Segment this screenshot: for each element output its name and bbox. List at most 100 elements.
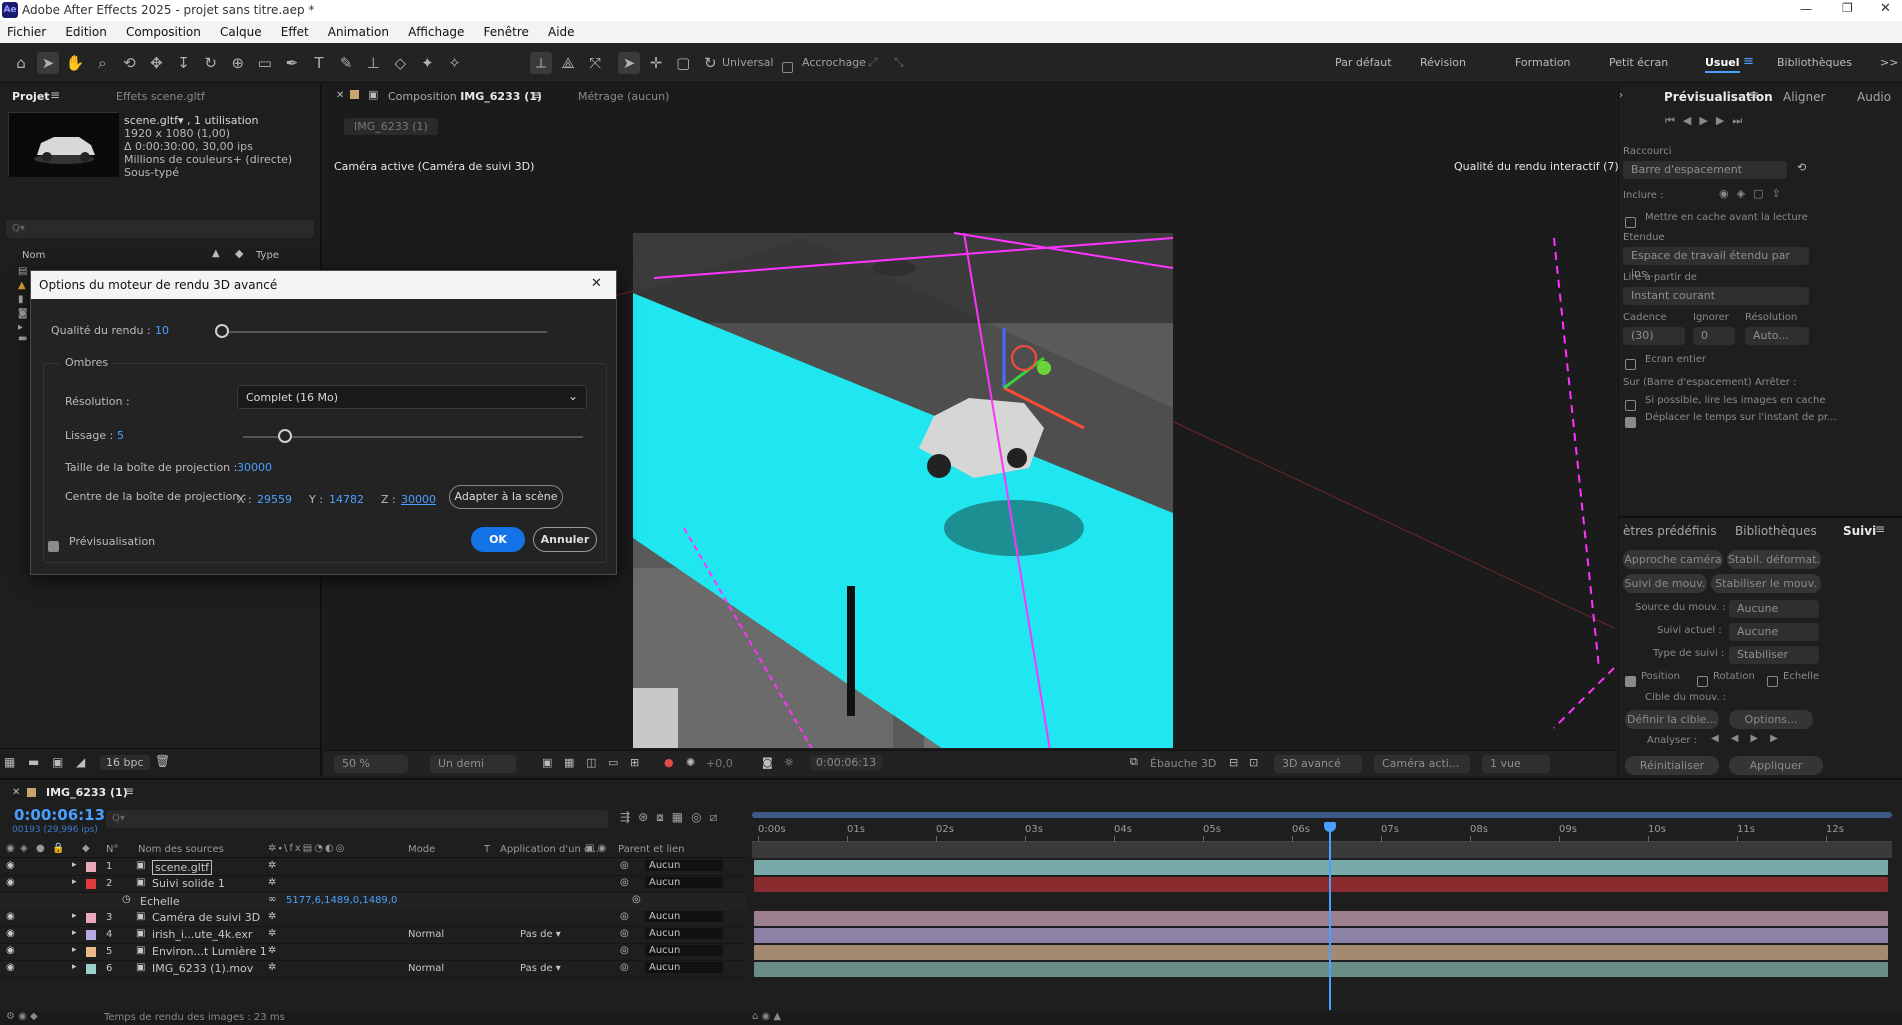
roto-tool-icon[interactable]: ✦ <box>416 52 438 74</box>
tracker-options-button[interactable]: Options... <box>1729 710 1813 729</box>
parent-dropdown[interactable]: Aucun <box>645 877 723 888</box>
tab-effects[interactable]: Effets scene.gltf <box>116 90 205 103</box>
comp-close-icon[interactable]: ✕ <box>336 90 344 101</box>
home-icon[interactable]: ⌂ <box>10 52 32 74</box>
layer-name[interactable]: Suivi solide 1 <box>152 877 225 890</box>
scale-gizmo-icon[interactable]: ▢ <box>672 52 694 74</box>
stabilize-motion-button[interactable]: Stabiliser le mouv. <box>1711 574 1821 593</box>
layer-switch-icon[interactable]: ✲ <box>268 877 276 888</box>
dolly-tool-icon[interactable]: ↧ <box>173 52 195 74</box>
reset-shortcut-icon[interactable]: ⟲ <box>1797 161 1806 174</box>
motion-source-dropdown[interactable]: Aucune <box>1729 600 1819 618</box>
play-from-dropdown[interactable]: Instant courant <box>1623 287 1809 305</box>
layer-row[interactable]: ◉ ▸ 6 ▣ IMG_6233 (1).mov ✲ Normal Pas de… <box>0 961 746 978</box>
expand-chevron-icon[interactable]: ▸ <box>72 928 77 938</box>
box-center-x-value[interactable]: 29559 <box>257 493 292 506</box>
parent-pickwhip-icon[interactable]: ◎ <box>620 911 629 922</box>
parent-dropdown[interactable]: Aucun <box>645 860 723 871</box>
layer-name[interactable]: IMG_6233 (1).mov <box>152 962 253 975</box>
render-quality-track[interactable] <box>217 331 547 333</box>
layer-label-color[interactable] <box>86 964 96 974</box>
parent-dropdown[interactable]: Aucun <box>645 911 723 922</box>
snapshot-icon[interactable]: ◙ <box>762 756 773 769</box>
fit-to-scene-button[interactable]: Adapter à la scène <box>449 485 563 509</box>
tab-project[interactable]: Projet <box>12 90 50 103</box>
layer-name[interactable]: scene.gltf <box>152 860 213 875</box>
render-icon[interactable]: ◢ <box>76 755 85 769</box>
col-t[interactable]: T <box>484 844 490 855</box>
project-search-input[interactable]: Q▾ <box>6 220 314 238</box>
parent-pickwhip-icon[interactable]: ◎ <box>620 860 629 871</box>
menu-animation[interactable]: Animation <box>321 22 396 39</box>
layer-row[interactable]: ◉ ▸ 1 ▣ scene.gltf ✲ ◎ Aucun <box>0 859 746 876</box>
snap-option2-icon[interactable]: ⤡ <box>894 55 904 70</box>
renderer-dropdown[interactable]: 3D avancé <box>1274 755 1362 773</box>
layer-duration-bar[interactable] <box>754 877 1888 892</box>
layer-row[interactable]: ◉ ▸ 4 ▣ irish_i...ute_4k.exr ✲ Normal Pa… <box>0 927 746 944</box>
tab-audio[interactable]: Audio <box>1857 90 1891 104</box>
parent-dropdown[interactable]: Aucun <box>645 945 723 956</box>
timeline-tab[interactable]: IMG_6233 (1) <box>46 786 128 799</box>
expand-chevron-icon[interactable]: ▸ <box>72 911 77 921</box>
shadow-resolution-dropdown[interactable]: Complet (16 Mo) ⌄ <box>237 385 587 409</box>
first-frame-icon[interactable]: ⏮ <box>1665 114 1683 127</box>
include-video-icon[interactable]: ◉ <box>1719 187 1737 200</box>
status-icons[interactable]: ⚙ ◉ ◆ <box>6 1011 38 1022</box>
layer-mode-dropdown[interactable]: Normal <box>408 963 444 974</box>
translate-gizmo-icon[interactable]: ✛ <box>645 52 667 74</box>
layer-duration-bar[interactable] <box>754 928 1888 943</box>
col-type-header[interactable]: Type <box>256 250 279 261</box>
rotate-tool-icon[interactable]: ↻ <box>200 52 222 74</box>
comp-current-time[interactable]: 0:00:06:13 <box>810 755 883 770</box>
link-icon[interactable]: ∞ <box>268 894 276 905</box>
anchor-tool-icon[interactable]: ⊕ <box>227 52 249 74</box>
axis-world-icon[interactable]: ⟁ <box>557 52 579 74</box>
menu-edition[interactable]: Edition <box>58 22 114 39</box>
visibility-eye-icon[interactable]: ◉ <box>6 911 15 922</box>
tab-align[interactable]: Aligner <box>1783 90 1825 104</box>
minimize-icon[interactable]: — <box>1800 2 1812 16</box>
brush-tool-icon[interactable]: ✎ <box>335 52 357 74</box>
comp-breadcrumb[interactable]: IMG_6233 (1) <box>344 118 438 135</box>
expression-pickwhip-icon[interactable]: ◎ <box>632 894 641 905</box>
close-window-icon[interactable]: ✕ <box>1880 1 1891 16</box>
shy-icon[interactable]: ⧇ <box>656 810 672 824</box>
work-area-bar[interactable] <box>752 842 1892 858</box>
zoom-dropdown[interactable]: 50 % <box>334 755 408 773</box>
visibility-eye-icon[interactable]: ◉ <box>6 928 15 939</box>
range-dropdown[interactable]: Espace de travail étendu par ins... <box>1623 247 1809 280</box>
selection-tool-icon[interactable]: ➤ <box>37 52 60 74</box>
smoothing-value[interactable]: 5 <box>117 429 124 442</box>
puppet-tool-icon[interactable]: ✧ <box>444 52 466 74</box>
layer-duration-bar[interactable] <box>754 860 1888 875</box>
menu-composition[interactable]: Composition <box>119 22 208 39</box>
layer-row[interactable]: ◉ ▸ 2 ▣ Suivi solide 1 ✲ ◎ Aucun <box>0 876 746 893</box>
time-ruler[interactable]: 0:00s 01s 02s 03s 04s 05s 06s 07s 08s 09s 10s 11s 12… <box>752 822 1892 842</box>
render-quality-value[interactable]: 10 <box>155 324 169 337</box>
workspace-menu-icon[interactable]: ≡ <box>1743 54 1754 69</box>
workspace-review[interactable]: Révision <box>1420 56 1466 69</box>
visibility-eye-icon[interactable]: ◉ <box>6 860 15 871</box>
stopwatch-icon[interactable]: ◷ <box>122 894 131 905</box>
menu-fenetre[interactable]: Fenêtre <box>477 22 536 39</box>
analyze-back-frame-icon[interactable]: ◀ <box>1731 733 1751 744</box>
zoom-out-icon[interactable]: ⌂ ◉ ▲ <box>752 1011 781 1022</box>
current-timecode[interactable]: 0:00:06:13 <box>14 806 105 824</box>
timeline-close-icon[interactable]: ✕ <box>12 787 20 798</box>
graph-editor-icon[interactable]: ⧄ <box>710 810 726 824</box>
layer-track-matte-dropdown[interactable]: Pas de ▾ <box>520 963 561 974</box>
fullscreen-checkbox[interactable] <box>1625 354 1636 373</box>
layer-label-color[interactable] <box>86 879 96 889</box>
ok-button[interactable]: OK <box>471 527 525 552</box>
timeline-menu-icon[interactable]: ≡ <box>124 784 134 798</box>
box-center-y-value[interactable]: 14782 <box>329 493 364 506</box>
pan-tool-icon[interactable]: ✥ <box>145 52 167 74</box>
layer-row[interactable]: ◉ ▸ 3 ▣ Caméra de suivi 3D ✲ ◎ Aucun <box>0 910 746 927</box>
expand-chevron-icon[interactable]: ▸ <box>72 860 77 870</box>
axis-local-icon[interactable]: ⟂ <box>530 52 552 74</box>
workspace-default[interactable]: Par défaut <box>1335 56 1392 69</box>
tab-libraries[interactable]: Bibliothèques <box>1735 524 1817 538</box>
include-audio-icon[interactable]: ◈ <box>1737 187 1753 200</box>
skip-dropdown[interactable]: 0 <box>1693 327 1735 345</box>
draft-3d-button[interactable]: Ébauche 3D <box>1150 757 1216 770</box>
